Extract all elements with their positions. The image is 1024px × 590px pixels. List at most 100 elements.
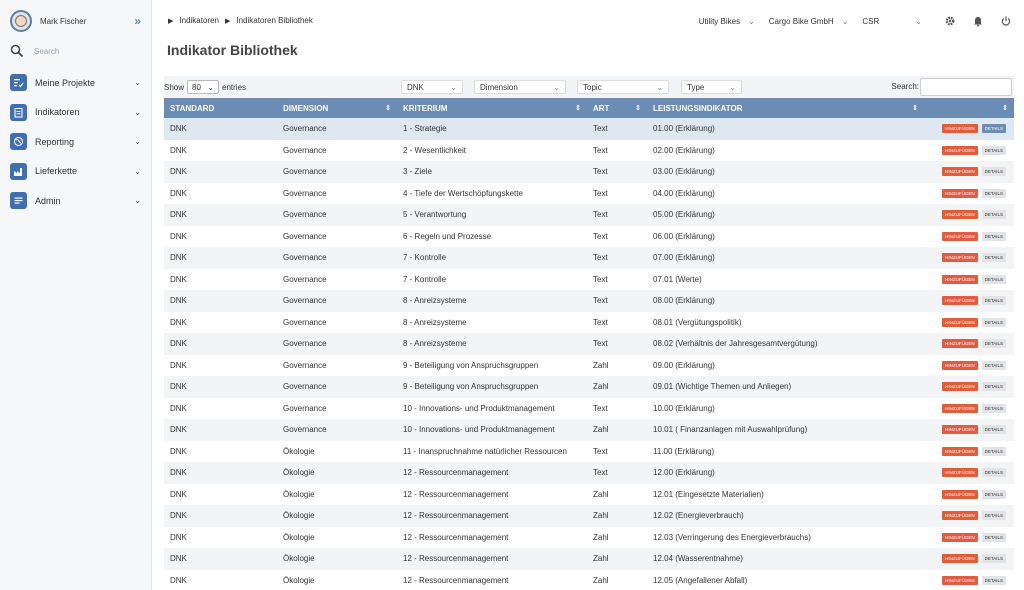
details-button[interactable]: DETAILS <box>981 446 1006 456</box>
column-header-dimension[interactable]: DIMENSION ⇕ <box>277 98 397 118</box>
column-header-label: KRITERIUM <box>403 103 448 113</box>
details-button[interactable]: DETAILS <box>981 231 1006 241</box>
globe-icon <box>10 133 27 151</box>
table-row[interactable]: DNK Ökologie 12 - Ressourcenmanagement Zahl… <box>164 569 1014 590</box>
bell-icon[interactable] <box>972 15 984 27</box>
add-button[interactable]: HINZUFÜGEN <box>942 489 978 499</box>
add-button[interactable]: HINZUFÜGEN <box>942 403 978 413</box>
add-button[interactable]: HINZUFÜGEN <box>942 382 978 392</box>
table-row[interactable]: DNK Governance 7 - Kontrolle Text 07.00 (Erk… <box>164 247 1014 269</box>
search-input[interactable]: Search <box>34 47 59 56</box>
add-button[interactable]: HINZUFÜGEN <box>942 532 978 542</box>
entries-select[interactable]: 80 ⌄ <box>187 80 220 94</box>
details-button[interactable]: DETAILS <box>981 554 1006 564</box>
details-button[interactable]: DETAILS <box>981 253 1006 263</box>
table-row[interactable]: DNK Governance 1 - Strategie Text 01.00 (Erk… <box>164 118 1014 140</box>
cell-art: Zahl <box>593 489 609 499</box>
add-button[interactable]: HINZUFÜGEN <box>942 446 978 456</box>
table-row[interactable]: DNK Governance 10 - Innovations- und Produ… <box>164 419 1014 441</box>
details-button[interactable]: DETAILS <box>981 489 1006 499</box>
sidebar-item-admin[interactable]: Admin ⌄ <box>0 186 151 216</box>
column-header-leistungsindikator[interactable]: LEISTUNGSINDIKATOR ⇕ <box>647 98 924 118</box>
column-header-art[interactable]: ART ⇕ <box>587 98 647 118</box>
details-button[interactable]: DETAILS <box>981 124 1006 134</box>
table-row[interactable]: DNK Ökologie 12 - Ressourcenmanagement Zahl… <box>164 548 1014 570</box>
add-button[interactable]: HINZUFÜGEN <box>942 253 978 263</box>
filter-dimension[interactable]: Dimension ⌄ <box>474 80 566 94</box>
details-button[interactable]: DETAILS <box>981 532 1006 542</box>
add-button[interactable]: HINZUFÜGEN <box>942 575 978 585</box>
add-button[interactable]: HINZUFÜGEN <box>942 360 978 370</box>
add-button[interactable]: HINZUFÜGEN <box>942 124 978 134</box>
details-button[interactable]: DETAILS <box>981 511 1006 521</box>
sidebar-item-indikatoren[interactable]: Indikatoren ⌄ <box>0 98 151 128</box>
table-row[interactable]: DNK Ökologie 12 - Ressourcenmanagement Text… <box>164 462 1014 484</box>
details-button[interactable]: DETAILS <box>981 317 1006 327</box>
details-button[interactable]: DETAILS <box>981 360 1006 370</box>
details-button[interactable]: DETAILS <box>981 210 1006 220</box>
table-row[interactable]: DNK Governance 3 - Ziele Text 03.00 (Erkläru… <box>164 161 1014 183</box>
cell-art: Zahl <box>593 425 609 435</box>
report-dropdown[interactable]: CSR ⌄ <box>862 17 922 26</box>
add-button[interactable]: HINZUFÜGEN <box>942 554 978 564</box>
add-button[interactable]: HINZUFÜGEN <box>942 167 978 177</box>
gear-icon[interactable] <box>944 15 956 27</box>
details-button[interactable]: DETAILS <box>981 167 1006 177</box>
details-button[interactable]: DETAILS <box>981 425 1006 435</box>
sidebar-item-lieferkette[interactable]: Lieferkette ⌄ <box>0 157 151 187</box>
details-button[interactable]: DETAILS <box>981 468 1006 478</box>
filter-type[interactable]: Type ⌄ <box>681 80 742 94</box>
org-dropdown[interactable]: Utility Bikes ⌄ <box>699 17 755 26</box>
table-row[interactable]: DNK Governance 9 - Beteiligung von Anspruc… <box>164 376 1014 398</box>
table-row[interactable]: DNK Governance 5 - Verantwortung Text 05.00 … <box>164 204 1014 226</box>
details-button[interactable]: DETAILS <box>981 575 1006 585</box>
sidebar-search[interactable]: Search <box>10 42 141 60</box>
table-row[interactable]: DNK Ökologie 11 - Inanspruchnahme natürlic… <box>164 440 1014 462</box>
table-row[interactable]: DNK Governance 8 - Anreizsysteme Text 08.00 … <box>164 290 1014 312</box>
table-row[interactable]: DNK Governance 2 - Wesentlichkeit Text 02.00… <box>164 139 1014 161</box>
table-row[interactable]: DNK Governance 10 - Innovations- und Produ… <box>164 397 1014 419</box>
table-row[interactable]: DNK Governance 7 - Kontrolle Text 07.01 (Wer… <box>164 268 1014 290</box>
table-row[interactable]: DNK Ökologie 12 - Ressourcenmanagement Zahl… <box>164 483 1014 505</box>
filter-topic[interactable]: Topic ⌄ <box>577 80 669 94</box>
add-button[interactable]: HINZUFÜGEN <box>942 296 978 306</box>
add-button[interactable]: HINZUFÜGEN <box>942 145 978 155</box>
table-row[interactable]: DNK Governance 8 - Anreizsysteme Text 08.02 … <box>164 333 1014 355</box>
details-button[interactable]: DETAILS <box>981 188 1006 198</box>
company-dropdown[interactable]: Cargo Bike GmbH ⌄ <box>769 17 849 26</box>
column-header-actions[interactable]: ⇕ <box>924 98 1014 118</box>
cell-leistungsindikator: 01.00 (Erklärung) <box>653 124 715 134</box>
power-icon[interactable] <box>1000 15 1012 27</box>
add-button[interactable]: HINZUFÜGEN <box>942 231 978 241</box>
add-button[interactable]: HINZUFÜGEN <box>942 339 978 349</box>
add-button[interactable]: HINZUFÜGEN <box>942 188 978 198</box>
sidebar-item-meine-projekte[interactable]: Meine Projekte ⌄ <box>0 68 151 98</box>
breadcrumb-item-bibliothek[interactable]: Indikatoren Bibliothek <box>236 16 313 25</box>
add-button[interactable]: HINZUFÜGEN <box>942 210 978 220</box>
add-button[interactable]: HINZUFÜGEN <box>942 274 978 284</box>
add-button[interactable]: HINZUFÜGEN <box>942 468 978 478</box>
table-row[interactable]: DNK Governance 6 - Regeln und Prozesse Text… <box>164 225 1014 247</box>
details-button[interactable]: DETAILS <box>981 382 1006 392</box>
add-button[interactable]: HINZUFÜGEN <box>942 425 978 435</box>
details-button[interactable]: DETAILS <box>981 274 1006 284</box>
table-row[interactable]: DNK Ökologie 12 - Ressourcenmanagement Zahl… <box>164 505 1014 527</box>
table-row[interactable]: DNK Governance 4 - Tiefe der Wertschöpfung… <box>164 182 1014 204</box>
avatar[interactable] <box>10 10 32 32</box>
details-button[interactable]: DETAILS <box>981 403 1006 413</box>
details-button[interactable]: DETAILS <box>981 339 1006 349</box>
details-button[interactable]: DETAILS <box>981 145 1006 155</box>
table-row[interactable]: DNK Governance 9 - Beteiligung von Anspruc… <box>164 354 1014 376</box>
table-row[interactable]: DNK Ökologie 12 - Ressourcenmanagement Zahl… <box>164 526 1014 548</box>
sidebar-item-reporting[interactable]: Reporting ⌄ <box>0 127 151 157</box>
filter-standard[interactable]: DNK ⌄ <box>401 80 463 94</box>
column-header-kriterium[interactable]: KRITERIUM ⇕ <box>397 98 587 118</box>
column-header-standard[interactable]: STANDARD <box>164 98 277 118</box>
breadcrumb-item-indikatoren[interactable]: Indikatoren <box>179 16 219 25</box>
add-button[interactable]: HINZUFÜGEN <box>942 511 978 521</box>
add-button[interactable]: HINZUFÜGEN <box>942 317 978 327</box>
collapse-sidebar-icon[interactable]: » <box>134 14 141 28</box>
table-row[interactable]: DNK Governance 8 - Anreizsysteme Text 08.01 … <box>164 311 1014 333</box>
details-button[interactable]: DETAILS <box>981 296 1006 306</box>
table-search-input[interactable] <box>920 78 1012 96</box>
